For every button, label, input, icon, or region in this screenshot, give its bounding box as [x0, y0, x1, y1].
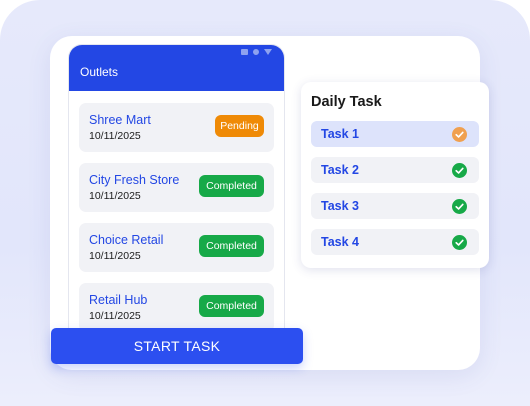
task-item[interactable]: Task 2	[311, 157, 479, 183]
outlet-card[interactable]: Shree Mart 10/11/2025 Pending	[79, 103, 274, 152]
task-label: Task 2	[321, 163, 359, 177]
check-circle-icon	[452, 162, 467, 178]
task-item[interactable]: Task 3	[311, 193, 479, 219]
outlet-card[interactable]: Choice Retail 10/11/2025 Completed	[79, 223, 274, 272]
daily-task-title: Daily Task	[311, 94, 382, 110]
status-badge: Completed	[199, 235, 264, 257]
status-badge: Completed	[199, 295, 264, 317]
app-header: Outlets	[69, 57, 284, 91]
outlet-card[interactable]: Retail Hub 10/11/2025 Completed	[79, 283, 274, 332]
task-item[interactable]: Task 4	[311, 229, 479, 255]
phone-screen: Outlets Shree Mart 10/11/2025 Pending Ci…	[68, 44, 285, 344]
status-badge: Pending	[215, 115, 264, 137]
status-bar	[69, 45, 284, 57]
check-circle-icon	[452, 126, 467, 142]
status-square-icon	[241, 49, 248, 55]
outlet-card[interactable]: City Fresh Store 10/11/2025 Completed	[79, 163, 274, 212]
task-item[interactable]: Task 1	[311, 121, 479, 147]
header-title: Outlets	[80, 65, 119, 79]
check-circle-icon	[452, 198, 467, 214]
check-circle-icon	[452, 234, 467, 250]
task-label: Task 1	[321, 127, 359, 141]
status-triangle-icon	[264, 49, 272, 55]
task-label: Task 3	[321, 199, 359, 213]
task-label: Task 4	[321, 235, 359, 249]
status-badge: Completed	[199, 175, 264, 197]
outlet-list: Shree Mart 10/11/2025 Pending City Fresh…	[69, 91, 284, 332]
status-dot-icon	[253, 49, 259, 55]
daily-task-panel: Daily Task Task 1 Task 2 Task 3 Task 4	[301, 82, 489, 268]
start-task-button[interactable]: START TASK	[51, 328, 303, 364]
